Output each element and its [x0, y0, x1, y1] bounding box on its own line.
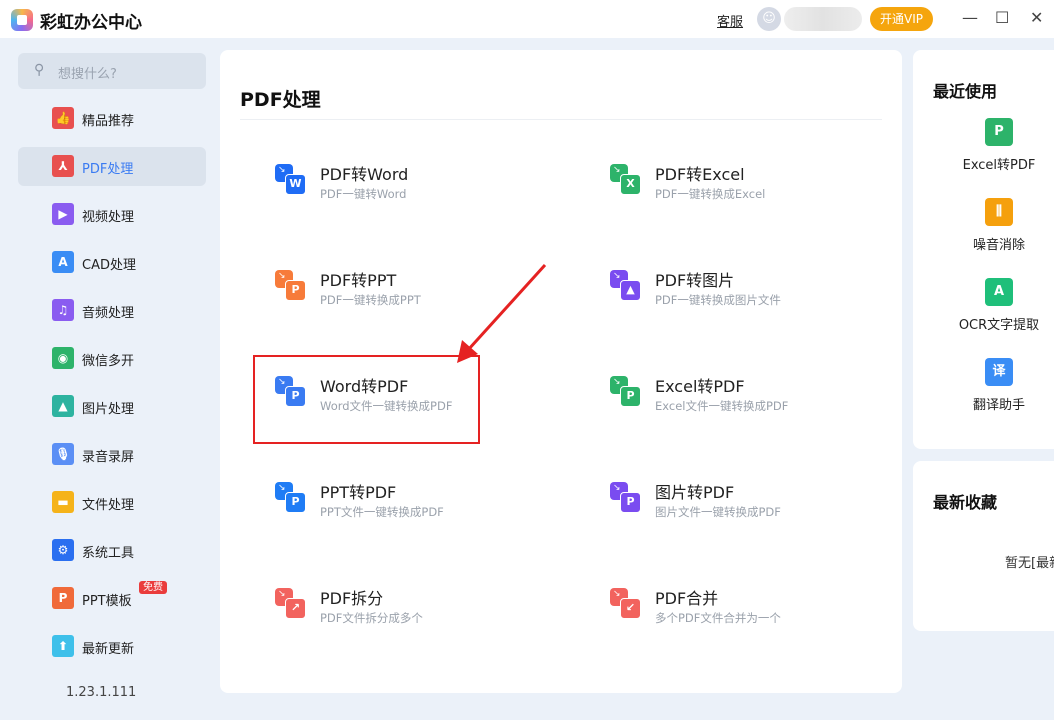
- recent-item-label: 翻译助手: [972, 398, 1025, 413]
- favorites-title: 最新收藏: [933, 493, 998, 512]
- recent-item-icon: 译: [985, 358, 1013, 386]
- recent-item[interactable]: P Excel转PDF: [943, 118, 1054, 173]
- recent-item-label: Excel转PDF: [962, 158, 1036, 173]
- recent-item-icon: ⫼: [985, 198, 1013, 226]
- arrow-annotation: [457, 263, 547, 363]
- favorites-empty: 暂无[最新收藏]: [1005, 556, 1054, 571]
- recent-item[interactable]: ⫼ 噪音消除: [943, 198, 1054, 253]
- recent-item-icon: P: [985, 118, 1013, 146]
- recent-item-icon: A: [985, 278, 1013, 306]
- recent-item[interactable]: A OCR文字提取: [943, 278, 1054, 333]
- favorites-panel: 最新收藏 暂无[最新收藏]: [913, 461, 1054, 631]
- recent-title: 最近使用: [933, 82, 998, 101]
- recent-item[interactable]: 译 翻译助手: [943, 358, 1054, 413]
- recent-item-label: 噪音消除: [972, 238, 1025, 253]
- recent-panel: 最近使用 P Excel转PDF ⫼ 噪音消除 A OCR文字提取 译 翻译助手: [913, 50, 1054, 449]
- recent-item-label: OCR文字提取: [958, 318, 1040, 333]
